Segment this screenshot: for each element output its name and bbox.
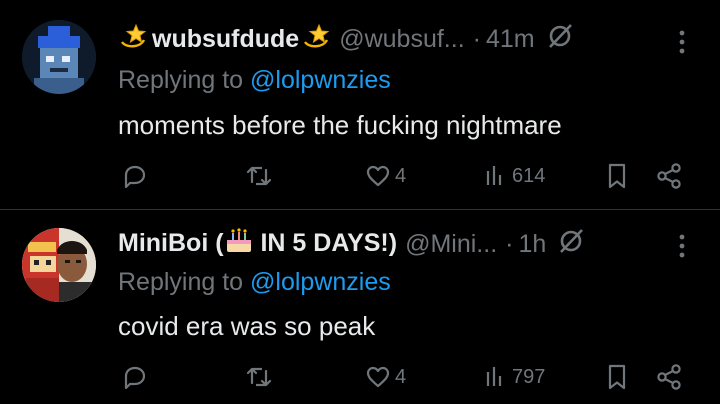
replying-to-label: Replying to [118,268,251,296]
reply-header: wubsufdude @wubsuf... · 41m [118,22,575,57]
like-count: 4 [395,365,407,388]
action-bar: 4 797 [0,362,720,392]
share-icon [657,163,681,189]
share-button[interactable] [655,362,683,392]
replying-to-line: Replying to @lolpwnzies [118,66,391,95]
reply-text: covid era was so peak [118,311,376,341]
action-bar: 4 614 [0,161,720,191]
bookmark-button[interactable] [606,362,628,392]
comment-icon [124,366,146,390]
separator-dot: · [505,229,514,258]
view-count: 797 [512,365,546,388]
share-icon [657,364,681,390]
retweet-button[interactable] [244,161,274,191]
display-name[interactable]: MiniBoi ( IN 5 DAYS!) [118,227,397,262]
user-handle[interactable]: @Mini... [405,230,497,259]
views-chart-icon [486,166,502,185]
comment-icon [124,165,146,189]
mention-link[interactable]: @lolpwnzies [250,66,391,94]
bookmark-icon [608,163,626,189]
bookmark-button[interactable] [606,161,628,191]
view-count: 614 [512,164,546,187]
grok-icon[interactable] [545,21,575,58]
reply-button[interactable] [120,362,148,392]
avatar[interactable] [22,228,96,302]
retweet-button[interactable] [244,362,274,392]
reply-1[interactable]: wubsufdude @wubsuf... · 41m Replying to … [0,0,720,209]
replying-to-label: Replying to [118,66,251,94]
replying-to-line: Replying to @lolpwnzies [118,268,391,297]
reply-button[interactable] [120,161,148,191]
dizzy-star-icon [118,22,148,57]
display-name-prefix: MiniBoi ( [118,228,224,257]
separator-dot: · [472,24,481,53]
timestamp[interactable]: 41m [486,25,535,54]
birthday-cake-icon [224,227,254,262]
reply-header: MiniBoi ( IN 5 DAYS!) @Mini... · 1h [118,227,586,262]
display-name-suffix: IN 5 DAYS!) [253,228,398,257]
avatar-image [22,20,96,94]
heart-icon [366,366,390,388]
share-button[interactable] [655,161,683,191]
more-options-icon[interactable] [674,27,690,57]
timestamp[interactable]: 1h [518,230,546,259]
more-options-icon[interactable] [674,231,690,261]
mention-link[interactable]: @lolpwnzies [250,268,391,296]
views-button[interactable]: 614 [484,161,545,191]
views-button[interactable]: 797 [484,362,545,392]
grok-icon[interactable] [556,226,586,263]
retweet-icon [246,166,272,186]
dizzy-star-icon [301,22,331,57]
avatar-image [22,228,96,302]
bookmark-icon [608,364,626,390]
user-handle[interactable]: @wubsuf... [339,25,464,54]
display-name[interactable]: wubsufdude [152,25,299,54]
like-button[interactable]: 4 [365,161,406,191]
reply-text: moments before the fucking nightmare [118,110,562,140]
views-chart-icon [486,367,502,386]
like-button[interactable]: 4 [365,362,406,392]
heart-icon [366,165,390,187]
retweet-icon [246,367,272,387]
like-count: 4 [395,164,407,187]
reply-2[interactable]: MiniBoi ( IN 5 DAYS!) @Mini... · 1h Repl… [0,210,720,404]
avatar[interactable] [22,20,96,94]
